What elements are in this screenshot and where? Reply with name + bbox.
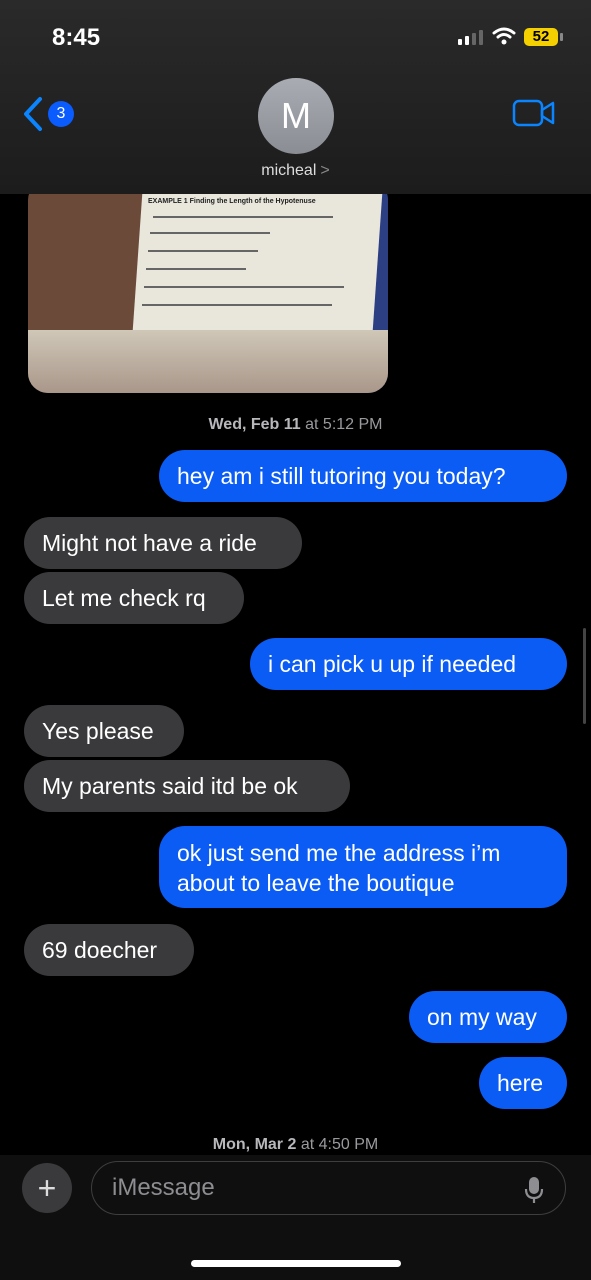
chevron-right-icon: > xyxy=(320,162,330,179)
home-indicator[interactable] xyxy=(191,1260,401,1267)
unread-badge: 3 xyxy=(48,101,74,127)
avatar[interactable]: M xyxy=(258,78,334,154)
message-bubble[interactable]: ok just send me the address i’m about to… xyxy=(159,826,567,908)
back-button[interactable]: 3 xyxy=(22,96,74,132)
message-bubble[interactable]: on my way xyxy=(409,991,567,1043)
contact-name[interactable]: micheal > xyxy=(0,162,591,180)
message-input[interactable]: iMessage xyxy=(91,1161,566,1215)
wifi-icon xyxy=(492,27,516,45)
timestamp: Wed, Feb 11 at 5:12 PM xyxy=(208,416,383,433)
message-bubble[interactable]: Might not have a ride xyxy=(24,517,302,569)
message-bubble[interactable]: Let me check rq xyxy=(24,572,244,624)
message-bubble[interactable]: Yes please xyxy=(24,705,184,757)
plus-icon[interactable]: + xyxy=(22,1163,72,1213)
microphone-icon[interactable] xyxy=(524,1176,544,1204)
photo-caption: EXAMPLE 1 Finding the Length of the Hypo… xyxy=(148,198,316,205)
scroll-indicator[interactable] xyxy=(583,628,586,724)
message-bubble[interactable]: 69 doecher xyxy=(24,924,194,976)
message-bubble[interactable]: My parents said itd be ok xyxy=(24,760,350,812)
signal-icon xyxy=(458,30,483,45)
status-time: 8:45 xyxy=(52,24,101,51)
conversation-header: 8:45 52 3 M micheal > xyxy=(0,0,591,194)
shared-photo[interactable]: EXAMPLE 1 Finding the Length of the Hypo… xyxy=(28,180,388,393)
battery-icon: 52 xyxy=(524,28,558,46)
message-bubble[interactable]: hey am i still tutoring you today? xyxy=(159,450,567,502)
video-call-icon[interactable] xyxy=(512,98,556,128)
message-bubble[interactable]: here xyxy=(479,1057,567,1109)
timestamp: Mon, Mar 2 at 4:50 PM xyxy=(212,1136,379,1153)
back-chevron-icon xyxy=(24,97,42,131)
message-bubble[interactable]: i can pick u up if needed xyxy=(250,638,567,690)
